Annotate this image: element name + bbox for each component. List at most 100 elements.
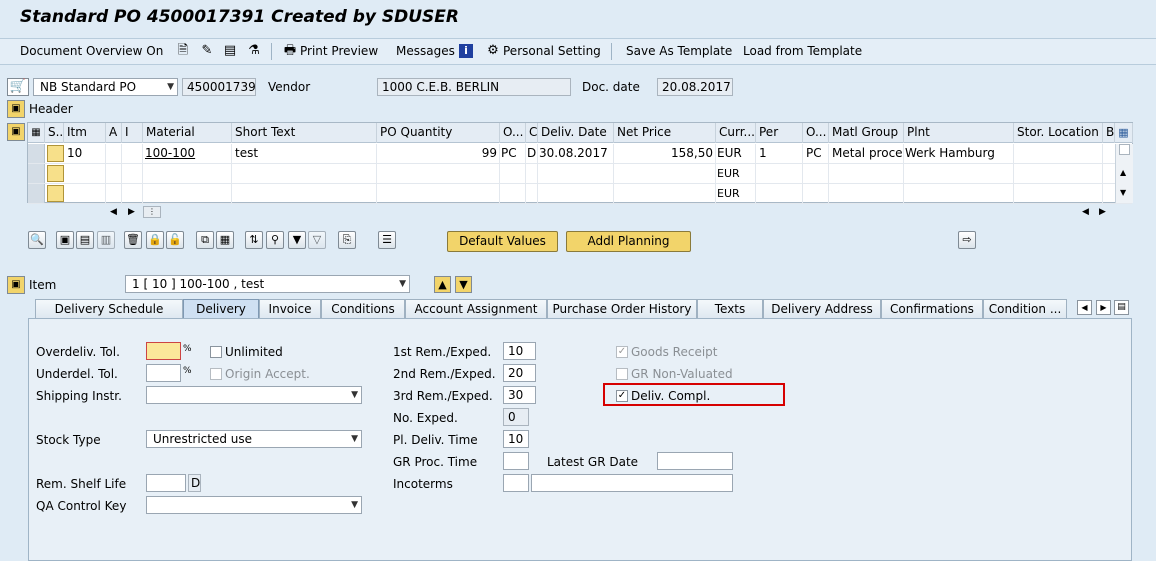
tab-purchase-order-history[interactable]: Purchase Order History [547, 299, 697, 319]
per-cell[interactable] [756, 164, 803, 184]
grid-icon[interactable]: ▦ [216, 231, 234, 249]
gr-proc-time-field[interactable] [503, 452, 529, 470]
tab-condition-more[interactable]: Condition ... [983, 299, 1067, 319]
table-row[interactable]: EUR [28, 164, 1132, 184]
shopping-cart-icon[interactable]: 🛒 [7, 78, 29, 96]
item-category-cell[interactable] [122, 144, 143, 164]
column-header[interactable]: S.. [45, 123, 64, 143]
collapse-item-detail-icon[interactable]: ▣ [7, 276, 25, 294]
info-icon[interactable]: i [459, 44, 473, 58]
tab-scroll-right-icon[interactable]: ▶ [1096, 300, 1111, 315]
scroll-thumb[interactable] [1119, 144, 1130, 155]
tab-account-assignment[interactable]: Account Assignment [405, 299, 547, 319]
rem2-field[interactable]: 20 [503, 364, 536, 382]
column-header[interactable]: A [106, 123, 122, 143]
new-document-icon[interactable]: 🗎 [175, 43, 191, 59]
deliv-date-cell[interactable]: 30.08.2017 [538, 144, 614, 164]
export-icon[interactable]: ⇨ [958, 231, 976, 249]
rem3-field[interactable]: 30 [503, 386, 536, 404]
previous-item-button[interactable]: ▲ [434, 276, 451, 293]
tab-delivery-address[interactable]: Delivery Address [763, 299, 881, 319]
default-values-button[interactable]: Default Values [447, 231, 558, 252]
collapse-items-icon[interactable]: ▣ [7, 123, 25, 141]
row-selector[interactable] [28, 164, 45, 183]
vertical-scrollbar[interactable]: ▲ ▼ [1115, 144, 1133, 203]
hold-icon[interactable]: ⚗ [246, 43, 262, 59]
tab-delivery-schedule[interactable]: Delivery Schedule [35, 299, 183, 319]
date-category-cell[interactable] [526, 184, 538, 204]
tab-delivery[interactable]: Delivery [183, 299, 259, 319]
row-selector[interactable] [28, 184, 45, 203]
order-price-unit-cell[interactable]: PC [803, 144, 829, 164]
shipping-instr-select[interactable]: ▼ [146, 386, 362, 404]
net-price-cell[interactable] [614, 184, 716, 204]
load-from-template-button[interactable]: Load from Template [743, 44, 862, 58]
qa-control-key-select[interactable]: ▼ [146, 496, 362, 514]
po-quantity-cell[interactable] [377, 164, 500, 184]
status-cell[interactable] [47, 165, 64, 182]
row-selector[interactable] [28, 144, 45, 163]
status-cell[interactable] [47, 145, 64, 162]
order-price-unit-cell[interactable] [803, 184, 829, 204]
column-header[interactable]: PO Quantity [377, 123, 500, 143]
personal-setting-icon[interactable]: ⚙ [485, 43, 501, 59]
select-all-icon[interactable]: ▦ [28, 123, 45, 143]
select-block-icon[interactable]: ▥ [97, 231, 115, 249]
column-header[interactable]: Matl Group [829, 123, 904, 143]
list-icon[interactable]: ☰ [378, 231, 396, 249]
personal-setting-button[interactable]: Personal Setting [503, 44, 601, 58]
item-cell[interactable] [64, 164, 106, 184]
column-header[interactable]: Material [143, 123, 232, 143]
select-all-rows-icon[interactable]: ▣ [56, 231, 74, 249]
table-row[interactable]: 10 100-100 test 99 PC D 30.08.2017 158,5… [28, 144, 1132, 164]
material-cell[interactable] [143, 184, 232, 204]
column-header[interactable]: Itm [64, 123, 106, 143]
table-row[interactable]: EUR [28, 184, 1132, 204]
messages-button[interactable]: Messages [396, 44, 455, 58]
column-header[interactable]: Short Text [232, 123, 377, 143]
per-cell[interactable] [756, 184, 803, 204]
stor-location-cell[interactable] [1014, 164, 1103, 184]
column-header[interactable]: O... [500, 123, 526, 143]
tab-conditions[interactable]: Conditions [321, 299, 405, 319]
addl-planning-button[interactable]: Addl Planning [566, 231, 691, 252]
account-assignment-cell[interactable] [106, 184, 122, 204]
item-cell[interactable] [64, 184, 106, 204]
column-header[interactable]: B [1103, 123, 1115, 143]
latest-gr-date-field[interactable] [657, 452, 733, 470]
per-cell[interactable]: 1 [756, 144, 803, 164]
stor-location-cell[interactable] [1014, 184, 1103, 204]
filter-icon[interactable]: ▼ [288, 231, 306, 249]
rem1-field[interactable]: 10 [503, 342, 536, 360]
pl-deliv-time-field[interactable]: 10 [503, 430, 529, 448]
plant-cell[interactable] [904, 164, 1014, 184]
po-quantity-cell[interactable]: 99 [377, 144, 500, 164]
filter-off-icon[interactable]: ▽ [308, 231, 326, 249]
column-header[interactable]: Curr... [716, 123, 756, 143]
deliv-date-cell[interactable] [538, 184, 614, 204]
column-header[interactable]: C [526, 123, 538, 143]
matl-group-cell[interactable]: Metal proce... [829, 144, 904, 164]
stor-location-cell[interactable] [1014, 144, 1103, 164]
scroll-down-icon[interactable]: ▼ [1120, 188, 1126, 197]
item-select[interactable]: 1 [ 10 ] 100-100 , test ▼ [125, 275, 410, 293]
order-price-unit-cell[interactable] [803, 164, 829, 184]
net-price-cell[interactable]: 158,50 [614, 144, 716, 164]
column-settings-icon[interactable]: ▦ [1115, 123, 1133, 143]
next-item-button[interactable]: ▼ [455, 276, 472, 293]
rem-shelf-life-field[interactable] [146, 474, 186, 492]
column-header[interactable]: Plnt [904, 123, 1014, 143]
print-icon[interactable]: ⎘ [338, 231, 356, 249]
matl-group-cell[interactable] [829, 164, 904, 184]
plant-cell[interactable] [904, 184, 1014, 204]
column-header[interactable]: Stor. Location [1014, 123, 1103, 143]
tab-confirmations[interactable]: Confirmations [881, 299, 983, 319]
lock-icon[interactable]: 🔒 [146, 231, 164, 249]
date-category-cell[interactable]: D [526, 144, 538, 164]
doc-type-select[interactable]: NB Standard PO ▼ [33, 78, 178, 96]
short-text-cell[interactable] [232, 184, 377, 204]
order-unit-cell[interactable]: PC [500, 144, 526, 164]
unlock-icon[interactable]: 🔓 [166, 231, 184, 249]
account-assignment-cell[interactable] [106, 164, 122, 184]
po-quantity-cell[interactable] [377, 184, 500, 204]
